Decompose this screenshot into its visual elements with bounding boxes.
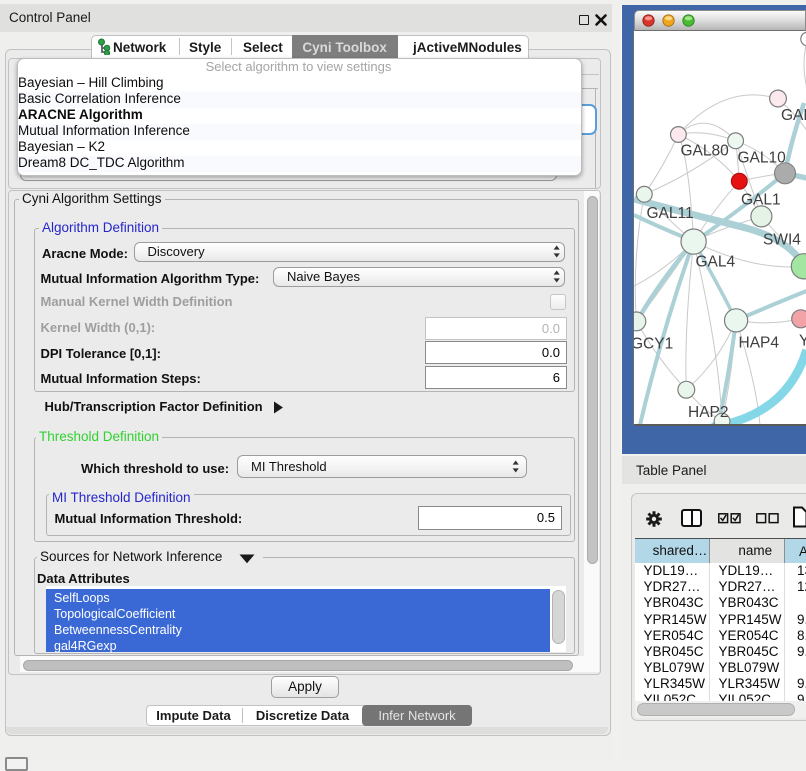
svg-text:GCY1: GCY1 <box>634 336 673 353</box>
svg-text:GAL: GAL <box>781 107 806 124</box>
svg-text:HAP2: HAP2 <box>688 404 729 421</box>
svg-text:GAL10: GAL10 <box>737 150 786 167</box>
svg-text:GAL80: GAL80 <box>680 143 729 160</box>
svg-text:SWI4: SWI4 <box>763 232 801 249</box>
svg-text:Y: Y <box>799 333 806 350</box>
svg-text:GAL11: GAL11 <box>646 205 693 222</box>
svg-text:HAP4: HAP4 <box>738 335 779 352</box>
svg-text:GAL1: GAL1 <box>741 192 781 209</box>
svg-text:GAL4: GAL4 <box>695 254 735 271</box>
